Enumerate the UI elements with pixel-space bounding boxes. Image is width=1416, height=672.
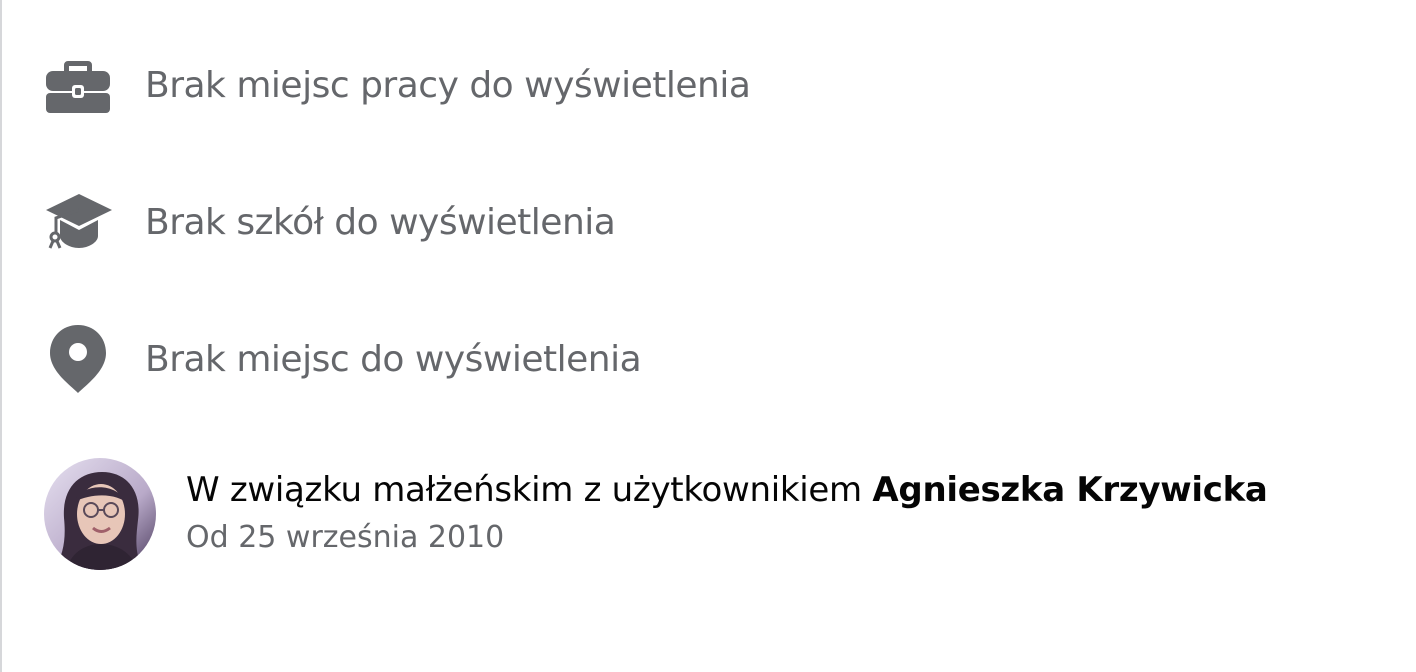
partner-name-link[interactable]: Agnieszka Krzywicka [872,470,1267,510]
graduation-cap-icon [44,186,116,258]
relationship-details: W związku małżeńskim z użytkownikiem Agn… [186,458,1268,558]
partner-avatar[interactable] [44,458,156,570]
relationship-status: W związku małżeńskim z użytkownikiem Agn… [186,468,1268,512]
places-row: Brak miejsc do wyświetlenia [44,323,642,395]
relationship-since: Od 25 września 2010 [186,520,505,555]
relationship-status-text: W związku małżeńskim z użytkownikiem [186,470,862,510]
about-overview-panel: Brak miejsc pracy do wyświetlenia Brak s… [2,0,1416,672]
places-text: Brak miejsc do wyświetlenia [145,338,642,380]
education-row: Brak szkół do wyświetlenia [44,186,616,258]
briefcase-icon [44,49,116,121]
relationship-row: W związku małżeńskim z użytkownikiem Agn… [44,458,1268,570]
work-row: Brak miejsc pracy do wyświetlenia [44,49,751,121]
work-text: Brak miejsc pracy do wyświetlenia [145,64,751,106]
location-pin-icon [44,323,116,395]
education-text: Brak szkół do wyświetlenia [145,201,616,243]
